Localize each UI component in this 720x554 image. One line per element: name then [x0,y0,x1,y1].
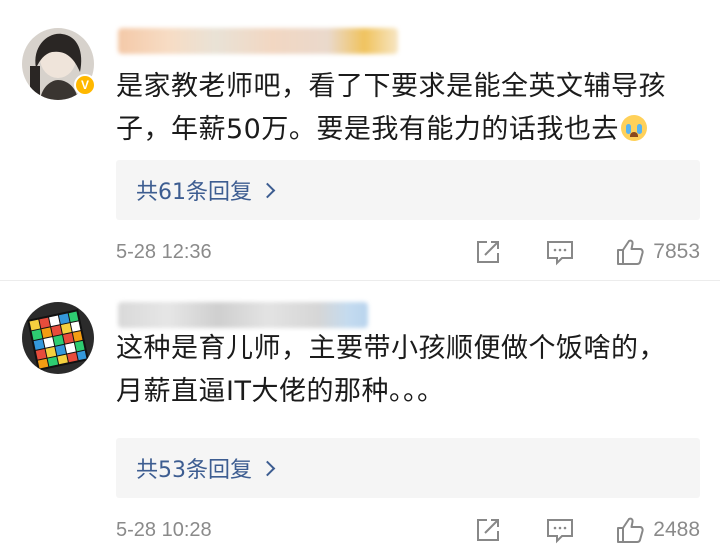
crying-face-emoji-icon [620,115,647,141]
chevron-right-icon [259,182,276,199]
avatar[interactable] [22,302,94,374]
chevron-right-icon [259,460,276,477]
like-count: 7853 [653,240,700,263]
comment-text-line-2: 月薪直逼IT大佬的那种。。。 [116,376,445,407]
comment-icon[interactable] [545,237,575,267]
comment-text: 是家教老师吧，看了下要求是能全英文辅导孩 子，年薪50万。要是我有能力的话我也去 [116,65,706,151]
thumbs-up-icon[interactable] [615,515,645,545]
avatar-image [22,302,94,374]
replies-count-label: 共61条回复 [136,180,252,205]
thumbs-up-icon[interactable] [615,237,645,267]
like-count: 2488 [653,518,700,541]
comment-item: 这种是育儿师，主要带小孩顺便做个饭啥的， 月薪直逼IT大佬的那种。。。 共53条… [0,280,720,554]
comment-text-line-2: 子，年薪50万。要是我有能力的话我也去 [116,108,706,151]
comment-text-line: 这种是育儿师，主要带小孩顺便做个饭啥的， [116,333,666,364]
comment-icon[interactable] [545,515,575,545]
timestamp: 5-28 12:36 [116,240,212,263]
view-replies-button[interactable]: 共61条回复 [116,160,700,220]
comment-text: 这种是育儿师，主要带小孩顺便做个饭啥的， 月薪直逼IT大佬的那种。。。 [116,327,706,413]
share-icon[interactable] [473,515,503,545]
comment-text-line-content: 子，年薪50万。要是我有能力的话我也去 [116,114,619,145]
comment-text-line: 是家教老师吧，看了下要求是能全英文辅导孩 [116,71,666,102]
share-icon[interactable] [473,237,503,267]
timestamp: 5-28 10:28 [116,518,212,541]
comment-item: V 是家教老师吧，看了下要求是能全英文辅导孩 子，年薪50万。要是我有能力的话我… [0,0,720,280]
username-blurred[interactable] [118,302,368,328]
verified-badge-icon: V [74,74,96,96]
replies-count-label: 共53条回复 [136,458,252,483]
username-blurred[interactable] [118,28,398,54]
action-bar: 7853 [473,237,700,267]
comment-footer: 5-28 12:36 7853 [116,232,706,272]
comment-footer: 5-28 10:28 2488 [116,510,706,550]
view-replies-button[interactable]: 共53条回复 [116,438,700,498]
action-bar: 2488 [473,515,700,545]
